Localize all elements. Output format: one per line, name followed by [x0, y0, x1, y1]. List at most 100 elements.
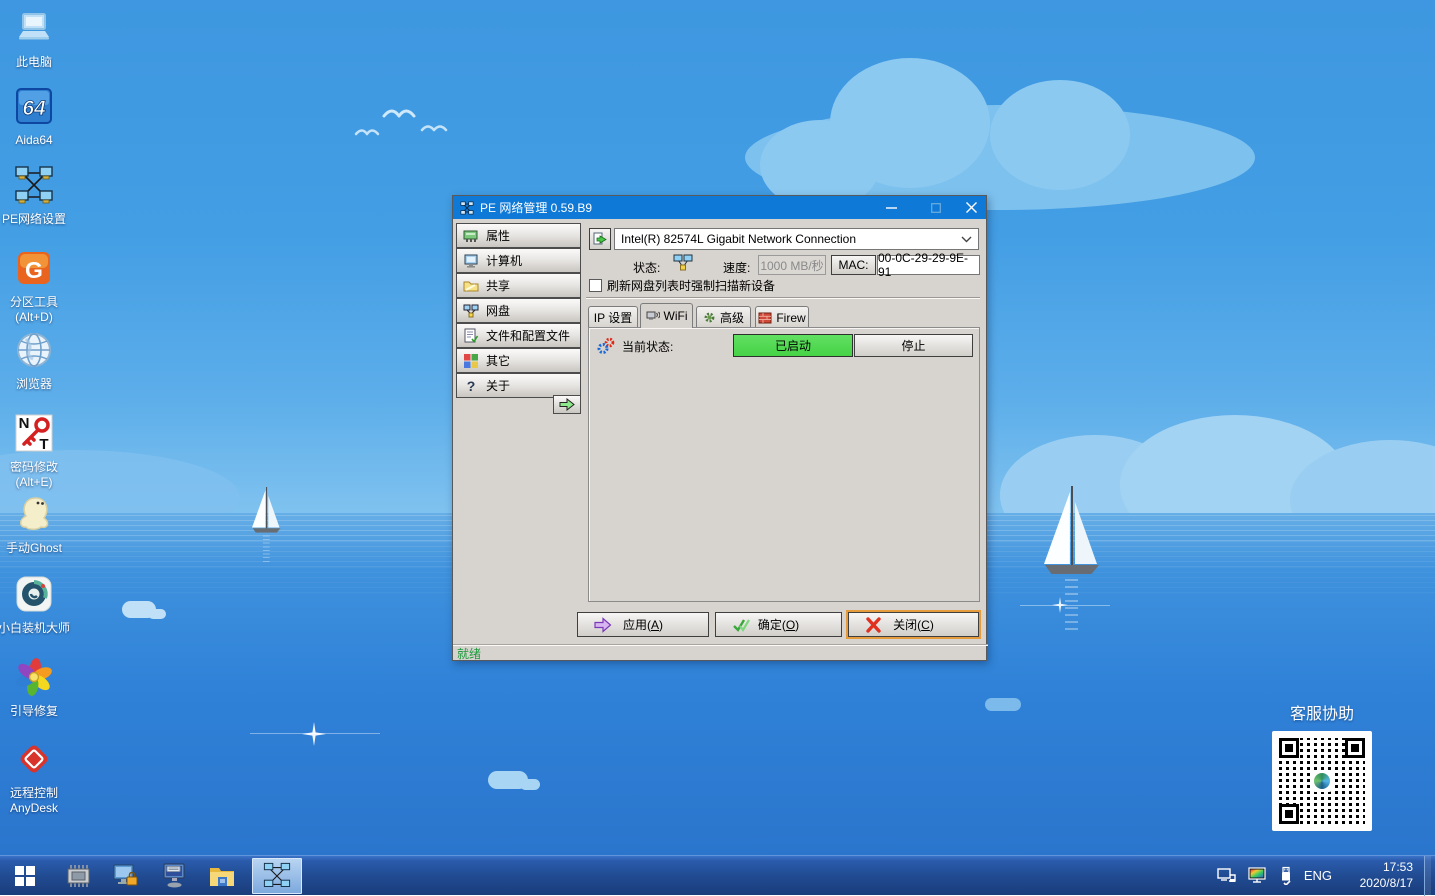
firewall-tab-icon	[758, 312, 772, 324]
window-network-icon	[460, 201, 474, 215]
mac-button[interactable]: MAC:	[831, 255, 876, 275]
window-title: PE 网络管理 0.59.B9	[480, 199, 592, 216]
sidebar-next-button[interactable]	[553, 395, 581, 414]
network-settings-icon	[14, 165, 54, 205]
tray-date: 2020/8/17	[1343, 876, 1413, 892]
desktop-icon-boot-repair[interactable]: 引导修复	[0, 657, 72, 719]
sidebar-item-share[interactable]: 共享	[456, 273, 581, 298]
windows-logo-icon	[15, 866, 35, 886]
tab-wifi[interactable]: WiFi	[640, 303, 693, 328]
tray-display-icon[interactable]	[1248, 867, 1268, 884]
force-scan-checkbox[interactable]	[589, 279, 602, 292]
refresh-adapter-button[interactable]	[589, 228, 611, 250]
desktop-icon-partition-tool[interactable]: G 分区工具 (Alt+D)	[0, 248, 72, 325]
sidebar-item-other[interactable]: 其它	[456, 348, 581, 373]
memory-chip-icon	[64, 862, 92, 890]
maximize-button[interactable]	[921, 196, 951, 219]
qr-finder-icon	[1279, 738, 1299, 758]
minimize-icon	[886, 202, 897, 213]
svg-text:N: N	[19, 415, 30, 432]
share-folder-icon	[463, 278, 479, 294]
svg-text:T: T	[39, 436, 48, 453]
xiaobai-installer-icon	[14, 574, 54, 614]
nic-icon	[463, 228, 479, 244]
tab-ip-settings[interactable]: IP 设置	[588, 306, 638, 328]
birds-icon	[348, 98, 458, 148]
advanced-tab-icon	[703, 311, 716, 324]
minimize-button[interactable]	[876, 196, 906, 219]
support-title: 客服协助	[1272, 700, 1372, 724]
current-status-row: 当前状态:	[597, 337, 673, 355]
question-icon: ?	[463, 378, 479, 394]
cloud	[985, 698, 1021, 711]
status-text: 就绪	[457, 645, 481, 662]
close-button[interactable]	[956, 196, 986, 219]
check-icon	[732, 617, 750, 633]
desktop-icon-aida64[interactable]: 64 Aida64	[0, 86, 72, 148]
browser-globe-icon	[14, 330, 54, 370]
force-scan-label: 刷新网盘列表时强制扫描新设备	[607, 277, 775, 294]
language-indicator[interactable]: ENG	[1304, 868, 1332, 883]
cloud	[520, 779, 540, 790]
maximize-icon	[931, 203, 941, 213]
sidebar-item-files[interactable]: 文件和配置文件	[456, 323, 581, 348]
desktop-icon-xiaobai-installer[interactable]: 小白装机大师	[0, 574, 72, 636]
svg-text:?: ?	[467, 378, 476, 394]
tray-network-icon[interactable]	[1217, 867, 1237, 885]
sidebar-item-properties[interactable]: 属性	[456, 223, 581, 248]
apply-arrow-icon	[594, 617, 612, 633]
network-app-icon	[263, 862, 291, 890]
status-label: 状态:	[633, 259, 660, 276]
sidebar-item-netdrive[interactable]: 网盘	[456, 298, 581, 323]
desktop-icon-manual-ghost[interactable]: 手动Ghost	[0, 494, 72, 556]
tray-clock[interactable]: 17:53 2020/8/17	[1343, 860, 1413, 891]
pe-network-manager-window: PE 网络管理 0.59.B9 属性 计算机	[452, 195, 987, 661]
tab-firewall[interactable]: Firew	[755, 306, 809, 328]
anydesk-icon	[14, 739, 54, 779]
taskbar-explorer-button[interactable]	[202, 856, 242, 896]
close-dialog-button[interactable]: 关闭(C)	[848, 612, 979, 637]
aida64-icon: 64	[14, 86, 54, 126]
speed-value-field: 1000 MB/秒	[758, 255, 826, 275]
close-icon	[966, 202, 977, 213]
partition-tool-icon: G	[14, 248, 54, 288]
tab-advanced[interactable]: 高级	[696, 306, 751, 328]
sailboat-small	[252, 487, 281, 565]
taskbar-osk-button[interactable]	[154, 856, 194, 896]
desktop-icon-this-pc[interactable]: 此电脑	[0, 8, 72, 70]
wifi-started-button[interactable]: 已启动	[733, 334, 853, 357]
tray-usb-icon[interactable]	[1279, 866, 1293, 885]
this-pc-icon	[14, 8, 54, 48]
window-titlebar[interactable]: PE 网络管理 0.59.B9	[453, 196, 986, 219]
taskbar-display-lock-button[interactable]	[106, 856, 146, 896]
desktop-icon-pe-network-settings[interactable]: PE网络设置	[0, 165, 72, 227]
tray-time: 17:53	[1343, 860, 1413, 876]
folder-icon	[208, 862, 236, 890]
network-drive-icon	[463, 303, 479, 319]
desktop-icon-browser[interactable]: 浏览器	[0, 330, 72, 392]
wifi-stop-button[interactable]: 停止	[854, 334, 973, 357]
refresh-icon	[592, 231, 608, 247]
window-statusbar: 就绪	[453, 644, 988, 662]
start-button[interactable]	[0, 856, 50, 896]
colored-squares-icon	[463, 353, 479, 369]
ok-button[interactable]: 确定(O)	[715, 612, 842, 637]
show-desktop-button[interactable]	[1424, 856, 1431, 896]
monitor-lock-icon	[112, 862, 140, 890]
taskbar-network-manager-button[interactable]	[252, 858, 302, 894]
force-scan-checkbox-row[interactable]: 刷新网盘列表时强制扫描新设备	[589, 277, 775, 294]
taskbar: ENG 17:53 2020/8/17	[0, 855, 1435, 895]
boot-repair-icon	[14, 657, 54, 697]
chevron-down-icon	[961, 236, 972, 243]
desktop-icon-anydesk[interactable]: 远程控制 AnyDesk	[0, 739, 72, 816]
adapter-select[interactable]: Intel(R) 82574L Gigabit Network Connecti…	[614, 228, 979, 250]
connection-status-icon	[673, 254, 693, 272]
qr-finder-icon	[1279, 804, 1299, 824]
taskbar-memory-tool-button[interactable]	[58, 856, 98, 896]
cloud	[990, 80, 1130, 190]
sidebar-item-computer[interactable]: 计算机	[456, 248, 581, 273]
desktop-icon-password-reset[interactable]: N T 密码修改 (Alt+E)	[0, 413, 72, 490]
mac-value-field[interactable]: 00-0C-29-29-9E-91	[877, 255, 980, 275]
svg-text:64: 64	[22, 97, 46, 120]
apply-button[interactable]: 应用(A)	[577, 612, 709, 637]
